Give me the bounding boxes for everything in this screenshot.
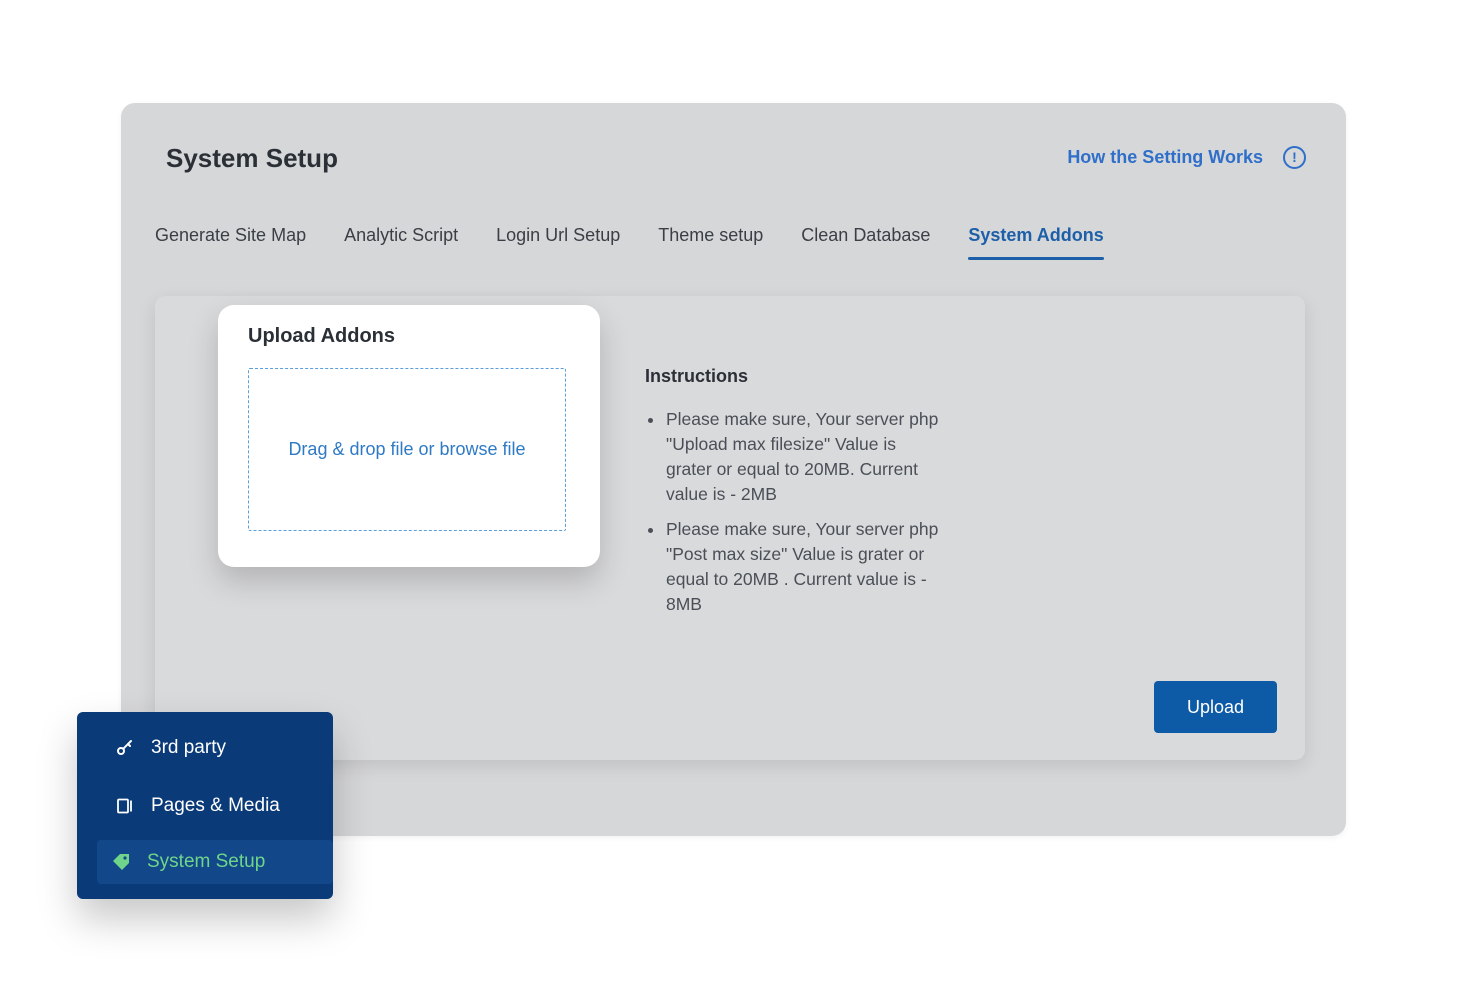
instructions-list: Please make sure, Your server php "Uploa… [645, 407, 945, 617]
file-dropzone[interactable]: Drag & drop file or browse file [248, 368, 566, 531]
how-setting-works-link[interactable]: How the Setting Works ! [1067, 143, 1306, 171]
info-icon[interactable]: ! [1283, 145, 1306, 169]
sidebar-item-pages-media[interactable]: Pages & Media [97, 782, 333, 830]
page-title: System Setup [166, 143, 338, 173]
sidebar-item-system-setup[interactable]: System Setup [97, 840, 333, 884]
instruction-item: Please make sure, Your server php "Uploa… [645, 407, 945, 507]
tag-icon [111, 852, 131, 872]
tab-system-addons[interactable]: System Addons [968, 225, 1105, 260]
tab-analytic-script[interactable]: Analytic Script [344, 225, 458, 260]
sidebar-item-label: 3rd party [151, 737, 226, 758]
instruction-item: Please make sure, Your server php "Post … [645, 517, 945, 617]
sidebar-menu: 3rd party Pages & Media System Setup [77, 712, 333, 899]
tab-login-url-setup[interactable]: Login Url Setup [496, 225, 620, 260]
dropzone-text[interactable]: Drag & drop file or browse file [288, 439, 525, 460]
pages-icon [115, 796, 135, 816]
upload-addons-title: Upload Addons [248, 325, 396, 347]
help-link-label: How the Setting Works [1067, 146, 1263, 167]
sidebar-item-label: Pages & Media [151, 795, 280, 816]
tab-clean-database[interactable]: Clean Database [801, 225, 930, 260]
settings-tabs: Generate Site Map Analytic Script Login … [155, 225, 1105, 260]
instructions-section: Instructions Please make sure, Your serv… [645, 366, 945, 627]
upload-addons-card: Upload Addons Drag & drop file or browse… [218, 305, 600, 567]
sidebar-item-label: System Setup [147, 851, 266, 872]
upload-button[interactable]: Upload [1154, 681, 1277, 733]
tab-theme-setup[interactable]: Theme setup [658, 225, 763, 260]
sidebar-item-3rd-party[interactable]: 3rd party [97, 724, 333, 772]
stage: System Setup How the Setting Works ! Gen… [0, 0, 1467, 992]
tab-generate-site-map[interactable]: Generate Site Map [155, 225, 306, 260]
instructions-title: Instructions [645, 366, 749, 386]
key-icon [115, 738, 135, 758]
